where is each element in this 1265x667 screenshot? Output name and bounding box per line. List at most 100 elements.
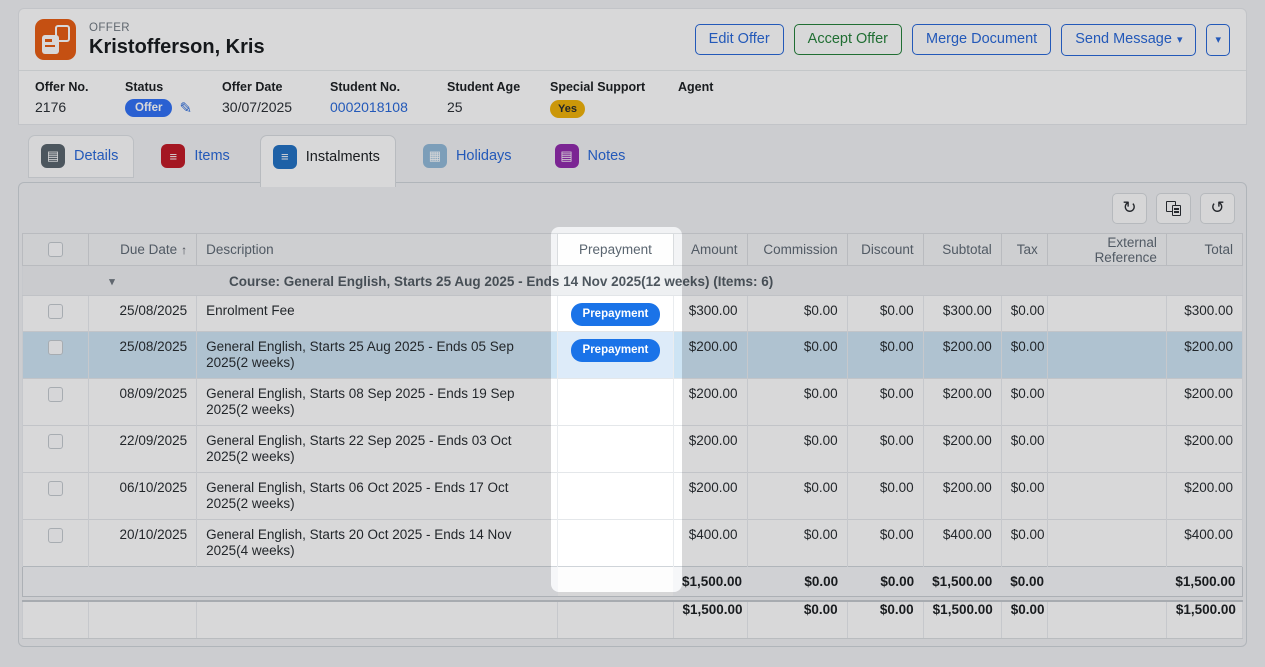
discount-cell: $0.00	[847, 379, 923, 426]
row-checkbox[interactable]	[48, 434, 63, 449]
instalments-panel: ↻ ↺ Due Date↑ Description Prepayment Amo…	[18, 182, 1247, 647]
field-special-support: Special Support Yes	[550, 80, 678, 118]
column-amount[interactable]: Amount	[673, 234, 747, 266]
external-reference-cell	[1047, 426, 1166, 473]
amount-cell: $200.00	[673, 426, 747, 473]
description-cell: General English, Starts 08 Sep 2025 - En…	[197, 379, 558, 426]
tab-label: Notes	[588, 148, 626, 164]
external-reference-cell	[1047, 379, 1166, 426]
row-checkbox[interactable]	[48, 387, 63, 402]
accept-offer-button[interactable]: Accept Offer	[794, 24, 902, 55]
copy-icon	[1166, 201, 1181, 216]
table-row[interactable]: 25/08/2025 Enrolment Fee Prepayment $300…	[23, 296, 1243, 332]
description-cell: Enrolment Fee	[197, 296, 558, 332]
prepayment-badge: Prepayment	[571, 339, 661, 362]
table-header-row: Due Date↑ Description Prepayment Amount …	[23, 234, 1243, 266]
history-button[interactable]: ↺	[1200, 193, 1235, 224]
commission-cell: $0.00	[747, 332, 847, 379]
field-student-age: Student Age 25	[447, 80, 550, 118]
description-cell: General English, Starts 22 Sep 2025 - En…	[197, 426, 558, 473]
row-checkbox[interactable]	[48, 304, 63, 319]
group-row: ▾ Course: General English, Starts 25 Aug…	[23, 266, 1243, 296]
amount-cell: $200.00	[673, 379, 747, 426]
tab-details[interactable]: ▤ Details	[28, 135, 134, 178]
offer-info-bar: Offer No. 2176 Status Offer ✎ Offer Date…	[19, 70, 1246, 118]
external-reference-cell	[1047, 520, 1166, 567]
column-commission[interactable]: Commission	[747, 234, 847, 266]
history-icon: ↺	[1210, 198, 1224, 218]
field-offer-no: Offer No. 2176	[35, 80, 125, 118]
tab-items[interactable]: ≡ Items	[148, 135, 245, 178]
tab-instalments[interactable]: ≡ Instalments	[260, 135, 396, 187]
total-cell: $200.00	[1166, 332, 1242, 379]
table-row[interactable]: 25/08/2025 General English, Starts 25 Au…	[23, 332, 1243, 379]
external-reference-cell	[1047, 296, 1166, 332]
copy-button[interactable]	[1156, 193, 1191, 224]
column-total[interactable]: Total	[1166, 234, 1242, 266]
description-cell: General English, Starts 06 Oct 2025 - En…	[197, 473, 558, 520]
tab-icon: ≡	[161, 144, 185, 168]
offer-logo-icon	[35, 19, 76, 60]
merge-document-button[interactable]: Merge Document	[912, 24, 1051, 55]
edit-status-icon[interactable]: ✎	[179, 99, 192, 117]
commission-cell: $0.00	[747, 296, 847, 332]
table-row[interactable]: 08/09/2025 General English, Starts 08 Se…	[23, 379, 1243, 426]
amount-cell: $200.00	[673, 473, 747, 520]
tab-label: Details	[74, 148, 118, 164]
discount-cell: $0.00	[847, 296, 923, 332]
tab-holidays[interactable]: ▦ Holidays	[410, 135, 528, 178]
select-all-checkbox[interactable]	[48, 242, 63, 257]
total-cell: $300.00	[1166, 296, 1242, 332]
discount-cell: $0.00	[847, 473, 923, 520]
edit-offer-button[interactable]: Edit Offer	[695, 24, 784, 55]
discount-cell: $0.00	[847, 332, 923, 379]
tab-icon: ▦	[423, 144, 447, 168]
commission-cell: $0.00	[747, 520, 847, 567]
table-row[interactable]: 22/09/2025 General English, Starts 22 Se…	[23, 426, 1243, 473]
send-message-button[interactable]: Send Message▾	[1061, 24, 1196, 56]
column-due-date[interactable]: Due Date↑	[89, 234, 197, 266]
student-no-link[interactable]: 0002018108	[330, 99, 447, 115]
row-checkbox[interactable]	[48, 481, 63, 496]
prepayment-cell	[558, 473, 673, 520]
refresh-button[interactable]: ↻	[1112, 193, 1147, 224]
total-cell: $400.00	[1166, 520, 1242, 567]
due-date-cell: 25/08/2025	[89, 296, 197, 332]
collapse-group-icon[interactable]: ▾	[101, 274, 123, 290]
tab-label: Items	[194, 148, 229, 164]
column-discount[interactable]: Discount	[847, 234, 923, 266]
tax-cell: $0.00	[1001, 520, 1047, 567]
tab-icon: ▤	[555, 144, 579, 168]
column-subtotal[interactable]: Subtotal	[923, 234, 1001, 266]
field-status: Status Offer ✎	[125, 80, 222, 118]
commission-cell: $0.00	[747, 379, 847, 426]
table-row[interactable]: 06/10/2025 General English, Starts 06 Oc…	[23, 473, 1243, 520]
grid-toolbar: ↻ ↺	[19, 183, 1246, 233]
tab-icon: ▤	[41, 144, 65, 168]
total-cell: $200.00	[1166, 473, 1242, 520]
subtotal-cell: $200.00	[923, 473, 1001, 520]
commission-cell: $0.00	[747, 426, 847, 473]
row-checkbox[interactable]	[48, 340, 63, 355]
amount-cell: $300.00	[673, 296, 747, 332]
column-tax[interactable]: Tax	[1001, 234, 1047, 266]
header-actions: Edit Offer Accept Offer Merge Document S…	[695, 24, 1230, 56]
prepayment-badge: Prepayment	[571, 303, 661, 326]
external-reference-cell	[1047, 332, 1166, 379]
description-cell: General English, Starts 20 Oct 2025 - En…	[197, 520, 558, 567]
due-date-cell: 08/09/2025	[89, 379, 197, 426]
offer-tabs: ▤ Details ≡ Items ≡ Instalments ▦ Holida…	[28, 135, 641, 178]
column-external-reference[interactable]: External Reference	[1047, 234, 1166, 266]
table-row[interactable]: 20/10/2025 General English, Starts 20 Oc…	[23, 520, 1243, 567]
row-checkbox[interactable]	[48, 528, 63, 543]
discount-cell: $0.00	[847, 520, 923, 567]
prepayment-cell	[558, 379, 673, 426]
subtotal-cell: $200.00	[923, 379, 1001, 426]
group-summary-row: $1,500.00 $0.00 $0.00 $1,500.00 $0.00 $1…	[23, 567, 1243, 597]
tab-notes[interactable]: ▤ Notes	[542, 135, 642, 178]
subtotal-cell: $300.00	[923, 296, 1001, 332]
tax-cell: $0.00	[1001, 426, 1047, 473]
column-description[interactable]: Description	[197, 234, 558, 266]
more-actions-button[interactable]: ▾	[1206, 24, 1230, 56]
column-prepayment[interactable]: Prepayment	[558, 234, 673, 266]
